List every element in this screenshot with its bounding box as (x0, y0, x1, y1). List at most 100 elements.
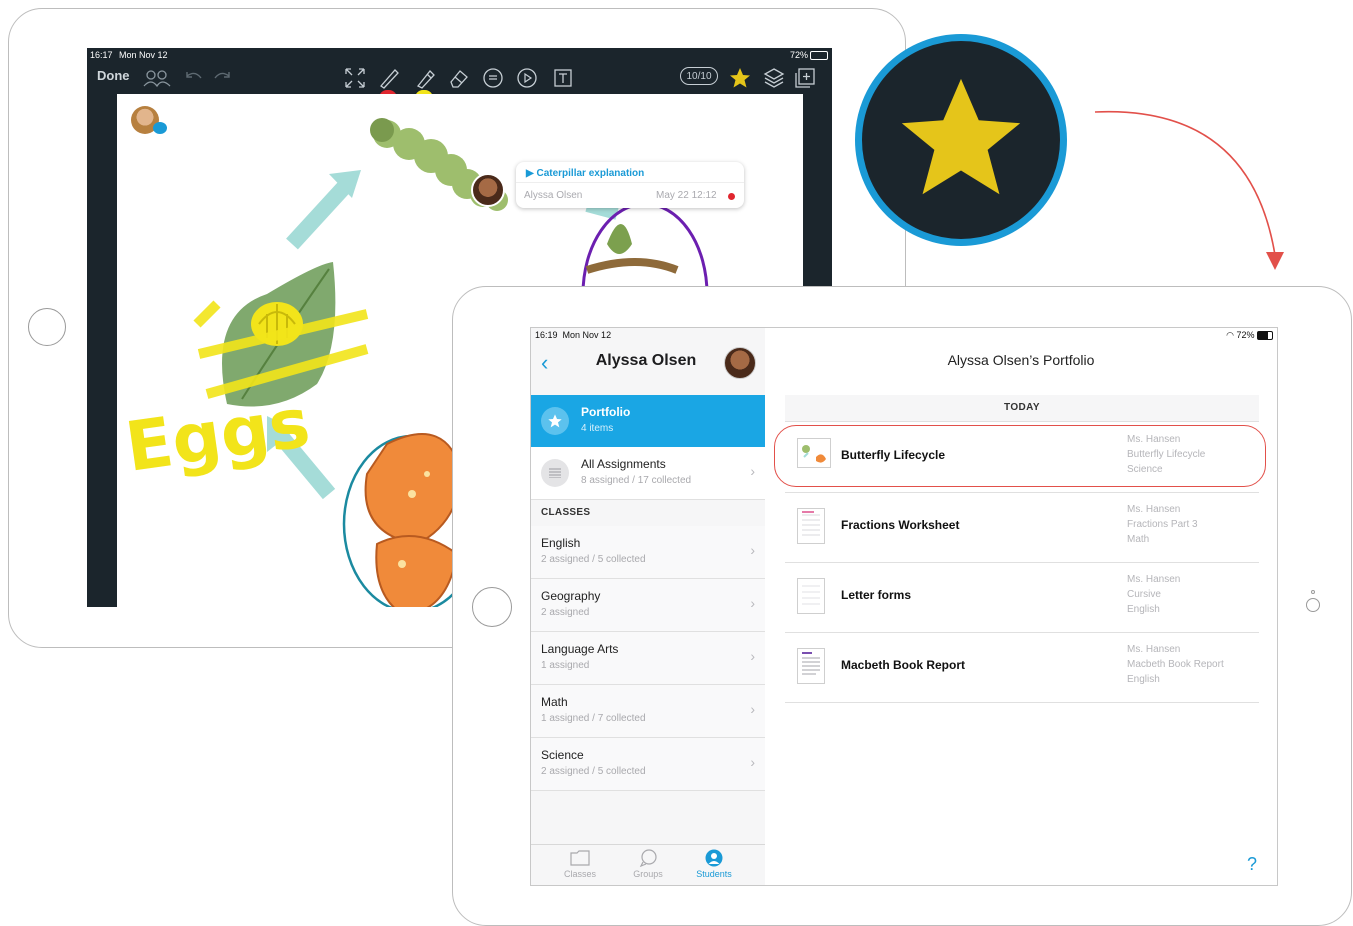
class-status: 1 assigned (541, 660, 590, 671)
annotation-popover[interactable]: ▶ Caterpillar explanation Alyssa Olsen M… (516, 162, 744, 208)
battery-icon (1257, 331, 1273, 341)
front-ipad-home-button[interactable] (472, 587, 512, 627)
recording-dot-icon (728, 193, 735, 200)
curved-arrow (1094, 110, 1284, 270)
comment-icon[interactable] (481, 66, 505, 90)
item-title: Fractions Worksheet (841, 518, 960, 532)
wifi-icon: ◠ (1226, 330, 1234, 340)
text-tool-icon[interactable] (551, 66, 575, 90)
star-icon[interactable] (728, 66, 752, 90)
portfolio-item[interactable]: Macbeth Book Report Ms. Hansen Macbeth B… (785, 632, 1259, 703)
portfolio-label: Portfolio (581, 405, 631, 419)
star-badge-icon (541, 407, 569, 435)
divider (516, 182, 744, 183)
highlighter-icon[interactable] (413, 66, 437, 90)
front-ipad-camera (1306, 598, 1320, 612)
layers-icon[interactable] (762, 66, 786, 90)
sidebar-item-math[interactable]: Math 1 assigned / 7 collected › (531, 685, 765, 738)
undo-icon[interactable] (181, 66, 205, 90)
item-thumbnail (797, 578, 825, 614)
sidebar-item-language-arts[interactable]: Language Arts 1 assigned › (531, 632, 765, 685)
tab-label: Groups (633, 869, 663, 879)
audio-comment-icon[interactable] (515, 66, 539, 90)
battery-percent: 72% (1236, 330, 1255, 340)
chevron-right-icon: › (750, 648, 755, 664)
classes-header-label: CLASSES (541, 507, 591, 518)
sidebar-item-portfolio[interactable]: Portfolio 4 items (531, 395, 765, 447)
tab-bar: Classes Groups Students (531, 844, 765, 885)
student-avatar[interactable] (724, 347, 756, 379)
item-thumbnail (797, 508, 825, 544)
battery-icon (810, 51, 828, 60)
pen-icon[interactable] (377, 66, 401, 90)
page-title: Alyssa Olsen’s Portfolio (947, 352, 1095, 368)
class-name: Math (541, 695, 568, 709)
sidebar-item-all-assignments[interactable]: All Assignments 8 assigned / 17 collecte… (531, 447, 765, 500)
status-time: 16:17 (90, 50, 113, 60)
portfolio-count: 4 items (581, 423, 614, 434)
tab-label: Classes (563, 869, 596, 879)
item-meta: Ms. Hansen Fractions Part 3 Math (1127, 502, 1198, 547)
status-battery: ◠ 72% (1226, 330, 1273, 341)
back-ipad-home-button[interactable] (28, 308, 66, 346)
tab-label: Students (696, 869, 732, 879)
fullscreen-icon[interactable] (343, 66, 367, 90)
tab-groups[interactable]: Groups (618, 849, 678, 879)
sidebar-title: Alyssa Olsen (595, 352, 697, 369)
add-page-icon[interactable] (793, 66, 817, 90)
tab-classes[interactable]: Classes (550, 849, 610, 879)
class-status: 1 assigned / 7 collected (541, 713, 646, 724)
annotation-time: May 22 12:12 (656, 190, 717, 201)
main-panel: ◠ 72% Alyssa Olsen’s Portfolio TODAY But… (765, 328, 1277, 885)
item-assignment: Fractions Part 3 (1127, 519, 1198, 530)
status-date: Mon Nov 12 (119, 50, 168, 60)
item-title: Letter forms (841, 588, 912, 602)
portfolio-item[interactable]: Letter forms Ms. Hansen Cursive English (785, 562, 1259, 633)
folder-icon (570, 850, 590, 866)
status-date: Mon Nov 12 (562, 330, 612, 340)
class-name: Language Arts (541, 642, 619, 656)
back-chevron-icon[interactable]: ‹ (541, 350, 548, 376)
portfolio-item[interactable]: Fractions Worksheet Ms. Hansen Fractions… (785, 492, 1259, 563)
front-ipad-sensor (1311, 590, 1315, 594)
item-subject: Math (1127, 534, 1150, 545)
highlight-ring (774, 425, 1266, 487)
item-thumbnail (797, 648, 825, 684)
sidebar-item-science[interactable]: Science 2 assigned / 5 collected › (531, 738, 765, 791)
tab-students[interactable]: Students (684, 849, 744, 879)
item-title: Macbeth Book Report (841, 658, 966, 672)
eggs-label: Eggs (121, 384, 314, 488)
class-status: 2 assigned / 5 collected (541, 766, 646, 777)
portfolio-app-screen: 16:19 Mon Nov 12 ‹ Alyssa Olsen Portfoli… (530, 327, 1278, 886)
annotation-title[interactable]: ▶ Caterpillar explanation (526, 168, 644, 179)
chevron-right-icon: › (750, 542, 755, 558)
sidebar-item-english[interactable]: English 2 assigned / 5 collected › (531, 526, 765, 579)
annotation-title-text: Caterpillar explanation (536, 168, 645, 179)
page-count-badge[interactable]: 10/10 (680, 67, 718, 85)
class-status: 2 assigned / 5 collected (541, 554, 646, 565)
sidebar-item-geography[interactable]: Geography 2 assigned › (531, 579, 765, 632)
item-subject: English (1127, 604, 1160, 615)
class-name: Science (541, 748, 584, 762)
status-time-date: 16:19 Mon Nov 12 (535, 330, 611, 340)
chat-bubbles-icon (639, 849, 657, 867)
item-meta: Ms. Hansen Macbeth Book Report English (1127, 642, 1224, 687)
done-button[interactable]: Done (97, 68, 130, 83)
person-icon (705, 849, 723, 867)
item-meta: Ms. Hansen Cursive English (1127, 572, 1180, 617)
help-button[interactable]: ? (1247, 854, 1257, 875)
status-battery: 72% (789, 50, 808, 60)
item-assignment: Cursive (1127, 589, 1161, 600)
class-status: 2 assigned (541, 607, 590, 618)
chevron-right-icon: › (750, 754, 755, 770)
sidebar: 16:19 Mon Nov 12 ‹ Alyssa Olsen Portfoli… (531, 328, 766, 885)
student-avatar (471, 173, 505, 207)
eraser-icon[interactable] (447, 66, 471, 90)
classes-section-header: CLASSES (531, 500, 765, 527)
collaborators-icon[interactable] (141, 66, 173, 90)
chevron-right-icon: › (750, 463, 755, 479)
annotation-author: Alyssa Olsen (524, 190, 583, 201)
item-teacher: Ms. Hansen (1127, 644, 1181, 655)
item-teacher: Ms. Hansen (1127, 504, 1181, 515)
redo-icon[interactable] (211, 66, 235, 90)
